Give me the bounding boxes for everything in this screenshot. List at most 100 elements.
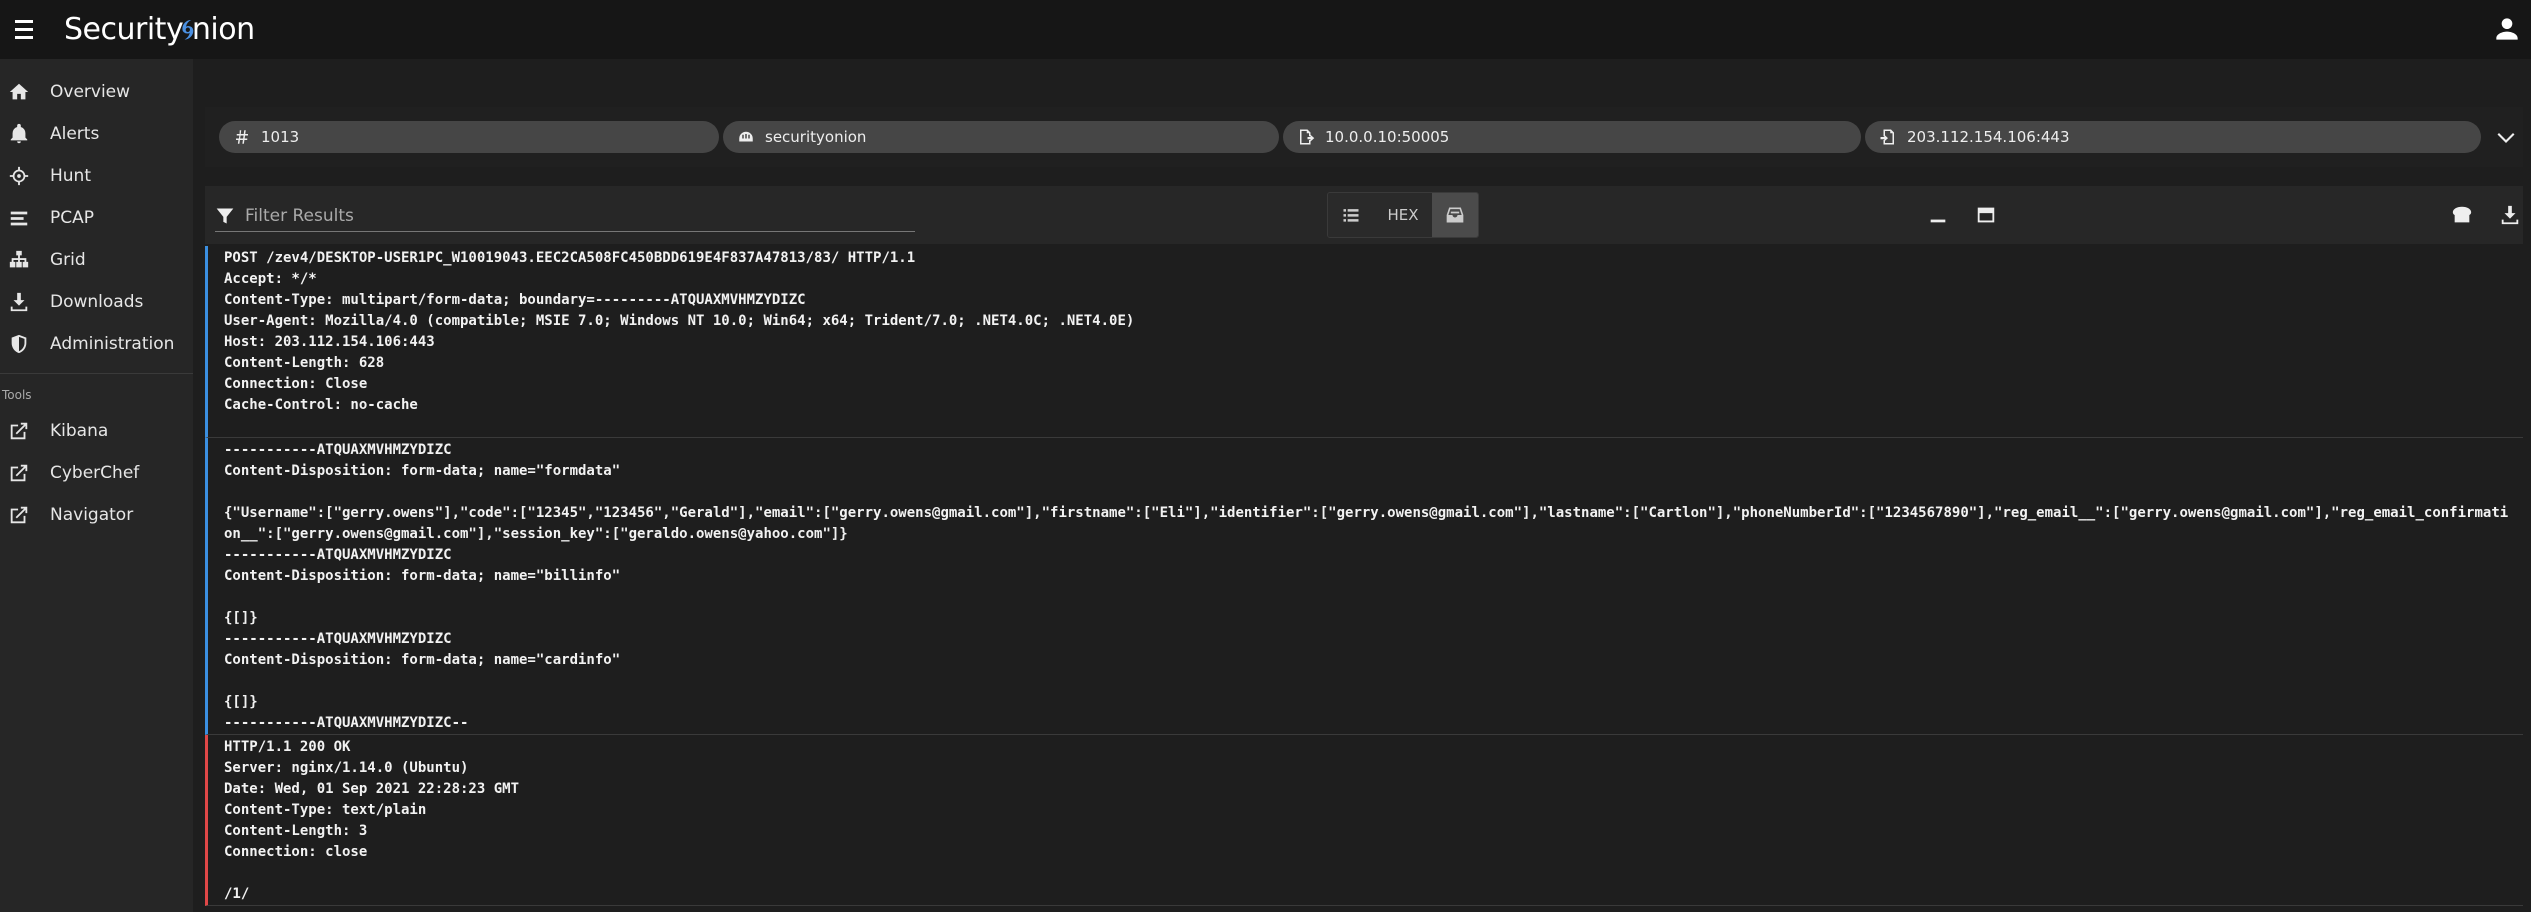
sidebar-item-label: Grid	[50, 250, 86, 270]
packet-line: Content-Type: text/plain	[224, 802, 427, 818]
sidebar-item-label: CyberChef	[50, 463, 140, 483]
unwrap-view-button[interactable]	[1432, 193, 1478, 237]
list-icon	[1343, 209, 1359, 222]
sidebar-item-pcap[interactable]: PCAP	[0, 197, 193, 239]
packet-line: -----------ATQUAXMVHMZYDIZC--	[224, 715, 469, 731]
packet-transcript: POST /zev4/DESKTOP-USER1PC_W10019043.EEC…	[205, 246, 2523, 912]
packet-line: Content-Disposition: form-data; name="fo…	[224, 463, 621, 479]
logo-text-onion: nion	[191, 12, 255, 47]
hex-view-button[interactable]: HEX	[1374, 193, 1432, 237]
sidebar-divider	[0, 373, 193, 374]
packet-line: Accept: */*	[224, 271, 317, 287]
packet-line: -----------ATQUAXMVHMZYDIZC	[224, 547, 452, 563]
packet-line	[224, 482, 2513, 503]
network-icon	[9, 250, 29, 268]
filter-field	[215, 200, 915, 232]
packet-line: {"Username":["gerry.owens"],"code":["123…	[224, 505, 2509, 542]
list-view-button[interactable]	[1328, 193, 1374, 237]
connection-chip-bar: 1013 securityonion 10.0.0.10:50005 203.1…	[205, 107, 2523, 167]
sensor-icon	[739, 131, 753, 142]
external-link-icon	[10, 464, 28, 482]
chip-destination[interactable]: 203.112.154.106:443	[1865, 121, 2481, 153]
request-packet: POST /zev4/DESKTOP-USER1PC_W10019043.EEC…	[205, 246, 2523, 438]
packet-line: Connection: Close	[224, 376, 368, 392]
filter-icon	[216, 208, 234, 223]
chip-id[interactable]: 1013	[219, 121, 719, 153]
packet-line	[224, 587, 2513, 608]
sidebar-item-navigator[interactable]: Navigator	[0, 494, 193, 536]
sidebar-item-label: Overview	[50, 82, 131, 102]
main-content: 1013 securityonion 10.0.0.10:50005 203.1…	[193, 59, 2531, 912]
inbox-icon	[1446, 207, 1464, 223]
packet-line: Content-Disposition: form-data; name="ca…	[224, 652, 621, 668]
sidebar-item-label: Downloads	[50, 292, 144, 312]
chip-sensor-value: securityonion	[765, 128, 867, 146]
request-packet: -----------ATQUAXMVHMZYDIZC Content-Dispo…	[205, 438, 2523, 735]
packet-line: Content-Length: 3	[224, 823, 368, 839]
destination-import-icon	[1880, 129, 1894, 145]
packet-line: Content-Type: multipart/form-data; bound…	[224, 292, 806, 308]
packet-line: Connection: close	[224, 844, 368, 860]
packet-line	[224, 671, 2513, 692]
packet-line: User-Agent: Mozilla/4.0 (compatible; MSI…	[224, 313, 1135, 329]
source-export-icon	[1300, 129, 1315, 145]
sidebar: Overview Alerts Hunt PCAP Grid Downloads…	[0, 59, 193, 912]
sidebar-item-label: Alerts	[50, 124, 100, 144]
packet-line: HTTP/1.1 200 OK	[224, 739, 351, 755]
sidebar-item-hunt[interactable]: Hunt	[0, 155, 193, 197]
packet-line: Content-Disposition: form-data; name="bi…	[224, 568, 621, 584]
shield-icon	[11, 334, 27, 354]
external-link-icon	[10, 422, 28, 440]
packet-line: Date: Wed, 01 Sep 2021 22:28:23 GMT	[224, 781, 520, 797]
sidebar-item-downloads[interactable]: Downloads	[0, 281, 193, 323]
packet-line	[224, 863, 2513, 884]
minimize-icon[interactable]	[1925, 202, 1951, 228]
packet-line: Host: 203.112.154.106:443	[224, 334, 435, 350]
bread-icon[interactable]	[2449, 202, 2475, 228]
packet-line: {[]}	[224, 610, 258, 626]
packet-line: /1/	[224, 886, 250, 902]
sidebar-item-cyberchef[interactable]: CyberChef	[0, 452, 193, 494]
tools-header: Tools	[2, 388, 32, 402]
external-link-icon	[10, 506, 28, 524]
sidebar-item-overview[interactable]: Overview	[0, 71, 193, 113]
packet-line: Content-Length: 628	[224, 355, 385, 371]
hashtag-icon	[236, 130, 248, 144]
view-mode-toggle: HEX	[1327, 192, 1479, 238]
filter-results-input[interactable]	[245, 205, 885, 226]
home-icon	[9, 83, 29, 100]
menu-icon[interactable]	[4, 10, 44, 50]
sidebar-item-label: Administration	[50, 334, 175, 354]
sidebar-item-label: Navigator	[50, 505, 134, 525]
bell-icon	[10, 123, 28, 144]
packet-line: Cache-Control: no-cache	[224, 397, 418, 413]
stream-icon	[10, 211, 28, 226]
packet-line	[224, 416, 2513, 437]
sidebar-item-administration[interactable]: Administration	[0, 323, 193, 365]
sidebar-item-alerts[interactable]: Alerts	[0, 113, 193, 155]
download-pcap-icon[interactable]	[2497, 202, 2523, 228]
user-account-icon[interactable]	[2491, 13, 2523, 45]
download-icon	[10, 292, 28, 312]
sidebar-item-label: PCAP	[50, 208, 95, 228]
chevron-down-icon[interactable]	[2491, 122, 2521, 152]
sidebar-item-grid[interactable]: Grid	[0, 239, 193, 281]
response-packet: HTTP/1.1 200 OK Server: nginx/1.14.0 (Ubu…	[205, 735, 2523, 906]
packet-line: {[]}	[224, 694, 258, 710]
packet-line: POST /zev4/DESKTOP-USER1PC_W10019043.EEC…	[224, 250, 916, 266]
logo-text-security: Security	[64, 12, 184, 47]
chip-destination-value: 203.112.154.106:443	[1907, 128, 2070, 146]
sidebar-item-label: Hunt	[50, 166, 91, 186]
pcap-toolbar: HEX	[205, 186, 2523, 244]
chip-source[interactable]: 10.0.0.10:50005	[1283, 121, 1861, 153]
crosshairs-icon	[9, 166, 29, 186]
chip-sensor[interactable]: securityonion	[723, 121, 1279, 153]
sidebar-item-kibana[interactable]: Kibana	[0, 410, 193, 452]
chip-source-value: 10.0.0.10:50005	[1325, 128, 1450, 146]
window-maximize-icon[interactable]	[1973, 202, 1999, 228]
app-bar: Security 🌀︎ nion	[0, 0, 2531, 59]
security-onion-logo[interactable]: Security 🌀︎ nion	[64, 12, 255, 47]
chip-id-value: 1013	[261, 128, 300, 146]
packet-line: Server: nginx/1.14.0 (Ubuntu)	[224, 760, 469, 776]
packet-line: -----------ATQUAXMVHMZYDIZC	[224, 442, 452, 458]
